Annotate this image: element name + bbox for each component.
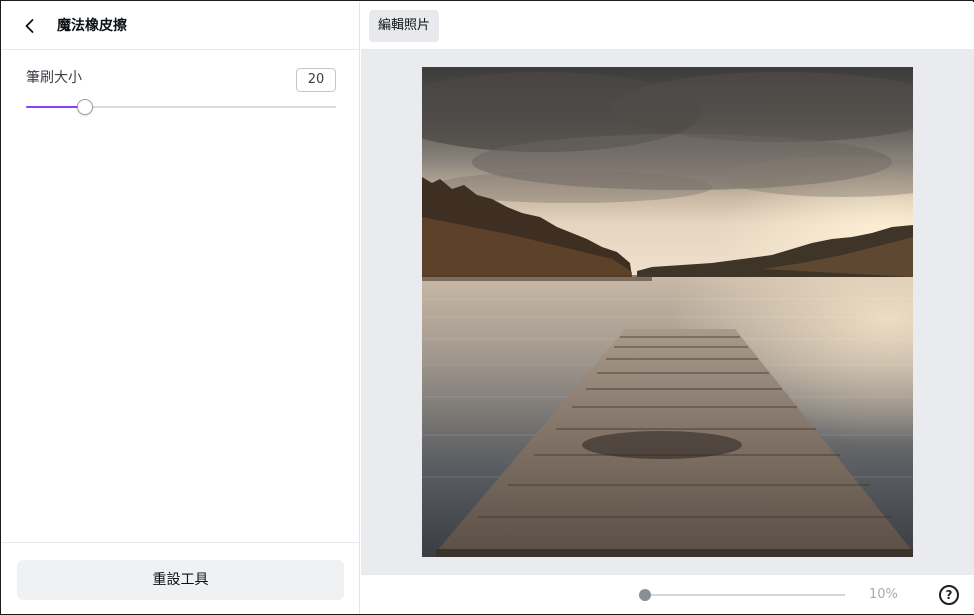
zoom-slider-thumb[interactable]: [639, 589, 651, 601]
photo-canvas[interactable]: [422, 67, 913, 557]
lake-pier-photo: [422, 67, 913, 557]
chevron-left-icon: [25, 19, 34, 33]
zoom-level-label: 10%: [869, 587, 898, 602]
back-button[interactable]: [16, 12, 44, 40]
panel-header: 魔法橡皮擦: [2, 2, 360, 50]
top-bar: 編輯照片: [361, 2, 974, 50]
bottom-bar: 10% ?: [361, 574, 974, 614]
reset-tool-button[interactable]: 重設工具: [17, 560, 344, 600]
canvas-area: [361, 50, 974, 574]
app-window: 魔法橡皮擦 筆刷大小 20 重設工具 編輯照片 10% ?: [0, 0, 974, 615]
panel-title: 魔法橡皮擦: [57, 18, 127, 34]
brush-size-input[interactable]: 20: [296, 68, 336, 92]
slider-thumb[interactable]: [76, 99, 93, 115]
brush-size-slider[interactable]: [26, 98, 336, 116]
magic-eraser-panel: 魔法橡皮擦 筆刷大小 20 重設工具: [2, 2, 360, 614]
help-icon: ?: [945, 588, 953, 602]
edit-photo-button[interactable]: 編輯照片: [369, 10, 440, 42]
panel-footer: 重設工具: [2, 542, 360, 614]
zoom-slider[interactable]: [639, 588, 845, 602]
brush-size-label: 筆刷大小: [26, 70, 82, 86]
help-button[interactable]: ?: [939, 585, 959, 605]
zoom-slider-track: [643, 594, 845, 596]
